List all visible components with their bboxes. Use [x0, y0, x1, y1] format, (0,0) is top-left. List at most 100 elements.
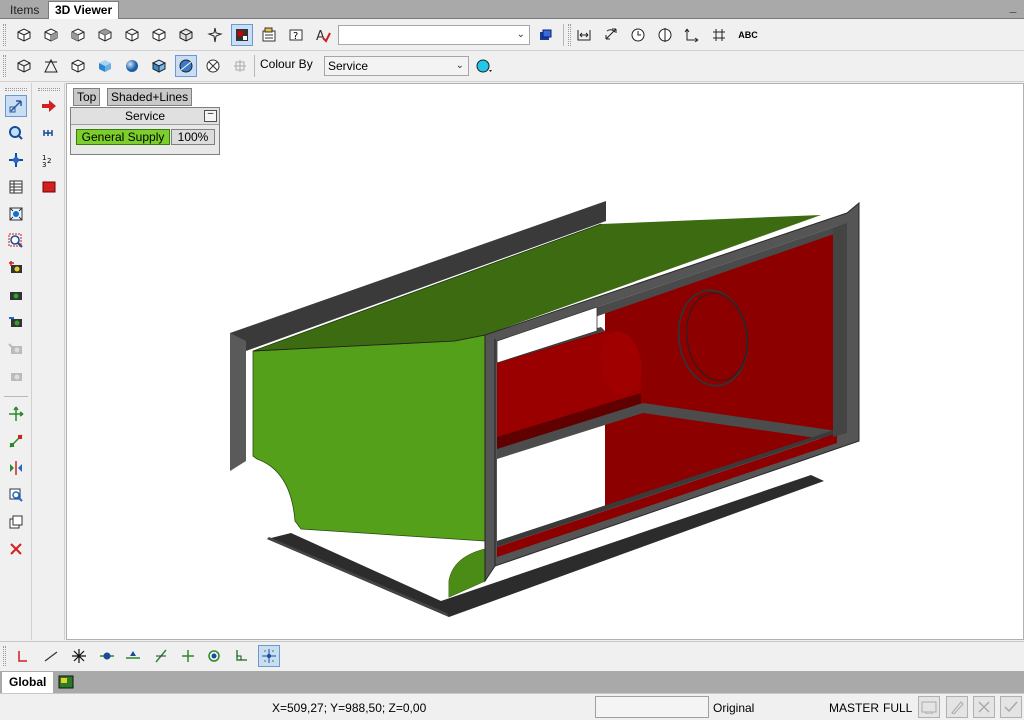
- minimize-button[interactable]: _: [1006, 1, 1020, 16]
- axis-icon[interactable]: [681, 24, 703, 46]
- command-input[interactable]: [595, 696, 709, 718]
- pen-icon[interactable]: [946, 696, 968, 718]
- chevron-down-icon: ⌄: [516, 29, 525, 40]
- grid-snap-icon[interactable]: [258, 645, 280, 667]
- 3d-viewport[interactable]: Top Shaded+Lines Service – General Suppl…: [66, 83, 1024, 640]
- properties-icon[interactable]: [258, 24, 280, 46]
- tab-global[interactable]: Global: [2, 672, 54, 693]
- cancel-icon[interactable]: [973, 696, 995, 718]
- toolbar-grip[interactable]: [38, 88, 60, 91]
- layer-manager-icon[interactable]: [534, 24, 556, 46]
- render-toolbar: Colour By Service ⌄: [0, 51, 1024, 82]
- chevron-down-icon: ⌄: [455, 60, 464, 71]
- midpoint-snap-icon[interactable]: [122, 645, 144, 667]
- angle-snap-icon[interactable]: [40, 645, 62, 667]
- rotate-icon[interactable]: [600, 24, 622, 46]
- orbit-icon[interactable]: [204, 24, 226, 46]
- move-icon[interactable]: [708, 24, 730, 46]
- line-snap-icon[interactable]: [12, 645, 34, 667]
- help-icon[interactable]: ?: [285, 24, 307, 46]
- table-icon[interactable]: [5, 176, 27, 198]
- svg-text:2: 2: [47, 157, 51, 165]
- toolbar-grip[interactable]: [5, 88, 27, 91]
- toolbar-grip[interactable]: [3, 55, 6, 77]
- align-icon[interactable]: [654, 24, 676, 46]
- screen-icon[interactable]: [918, 696, 940, 718]
- view-iso-side-icon[interactable]: [148, 24, 170, 46]
- grid-icon[interactable]: [229, 55, 251, 77]
- wireframe-icon[interactable]: [13, 55, 35, 77]
- fill-red-icon[interactable]: [38, 176, 60, 198]
- confirm-icon[interactable]: [1000, 696, 1022, 718]
- image-tab-icon[interactable]: [58, 675, 74, 689]
- text-abc-icon[interactable]: ABC: [735, 24, 761, 46]
- camera-move-icon[interactable]: [5, 311, 27, 333]
- perpendicular-snap-icon[interactable]: [150, 645, 172, 667]
- view-iso-front-right-icon[interactable]: [40, 24, 62, 46]
- select-icon[interactable]: [5, 95, 27, 117]
- outline-cube-icon[interactable]: [67, 55, 89, 77]
- camera-icon[interactable]: [5, 284, 27, 306]
- numbering-icon[interactable]: 123: [38, 149, 60, 171]
- colour-picker-icon[interactable]: [473, 55, 495, 77]
- arrow-right-icon[interactable]: [38, 95, 60, 117]
- spell-check-icon[interactable]: A: [312, 24, 334, 46]
- toolbar-grip[interactable]: [3, 24, 6, 46]
- tab-items[interactable]: Items: [4, 2, 45, 19]
- master-label: MASTER: [829, 701, 880, 715]
- delete-icon[interactable]: [5, 538, 27, 560]
- coordinate-readout: X=509,27; Y=988,50; Z=0,00: [272, 701, 427, 715]
- view-iso-top-icon[interactable]: [121, 24, 143, 46]
- toolbar-grip[interactable]: [568, 24, 571, 46]
- zoom-window-icon[interactable]: [5, 122, 27, 144]
- svg-text:?: ?: [293, 31, 298, 42]
- toolbar-grip[interactable]: [3, 646, 6, 666]
- zoom-extents-icon[interactable]: [5, 203, 27, 225]
- left-toolbar-main: [0, 83, 32, 640]
- view-iso-side-icon[interactable]: [175, 24, 197, 46]
- hidden-line-icon[interactable]: [40, 55, 62, 77]
- view-iso-back-left-icon[interactable]: [67, 24, 89, 46]
- svg-text:3: 3: [42, 161, 46, 168]
- view-toolbar: ? A ⌄ ABC: [0, 20, 1024, 51]
- colour-by-select[interactable]: Service ⌄: [324, 56, 469, 76]
- shaded-box-icon[interactable]: [148, 55, 170, 77]
- original-label: Original: [713, 701, 755, 715]
- camera-disabled-icon[interactable]: [5, 338, 27, 360]
- sphere-icon[interactable]: [121, 55, 143, 77]
- node-snap-icon[interactable]: [96, 645, 118, 667]
- layer-combo[interactable]: ⌄: [338, 25, 530, 45]
- no-shading-icon[interactable]: [202, 55, 224, 77]
- shaded-lines-icon[interactable]: [175, 55, 197, 77]
- plus-snap-icon[interactable]: [177, 645, 199, 667]
- clock-icon[interactable]: [627, 24, 649, 46]
- colour-by-label: Colour By: [260, 57, 313, 71]
- pan-icon[interactable]: [5, 149, 27, 171]
- snap-toolbar: [0, 641, 1024, 670]
- layer-icon[interactable]: [231, 24, 253, 46]
- distance-icon[interactable]: [573, 24, 595, 46]
- zoom-selected-icon[interactable]: [5, 230, 27, 252]
- tab-3d-viewer[interactable]: 3D Viewer: [48, 1, 120, 19]
- copy-icon[interactable]: [5, 511, 27, 533]
- full-label: FULL: [883, 701, 913, 715]
- dimension-icon[interactable]: [38, 122, 60, 144]
- move-axis-icon[interactable]: [5, 403, 27, 425]
- colour-by-value: Service: [328, 59, 369, 73]
- inspect-icon[interactable]: [5, 484, 27, 506]
- abc-label: ABC: [738, 30, 758, 40]
- camera-add-icon[interactable]: [5, 257, 27, 279]
- view-iso-back-right-icon[interactable]: [94, 24, 116, 46]
- svg-text:A: A: [316, 29, 325, 43]
- mirror-icon[interactable]: [5, 457, 27, 479]
- stretch-icon[interactable]: [5, 430, 27, 452]
- left-toolbar-annotations: 123: [33, 83, 65, 640]
- duct-model[interactable]: [67, 84, 1024, 640]
- global-tab-bar: Global: [0, 671, 1024, 693]
- cross-snap-icon[interactable]: [68, 645, 90, 667]
- corner-snap-icon[interactable]: [230, 645, 252, 667]
- view-iso-front-left-icon[interactable]: [13, 24, 35, 46]
- shaded-cube-icon[interactable]: [94, 55, 116, 77]
- camera-disabled-2-icon[interactable]: [5, 365, 27, 387]
- center-snap-icon[interactable]: [203, 645, 225, 667]
